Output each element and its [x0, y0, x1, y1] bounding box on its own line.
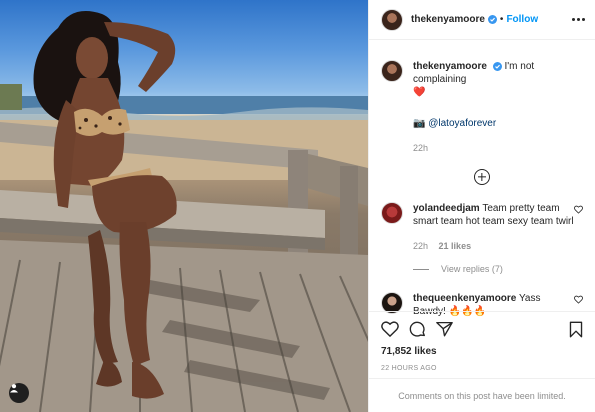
comment-username[interactable]: thequeenkenyamoore: [413, 293, 516, 304]
caption-username[interactable]: thekenyamoore: [413, 61, 487, 72]
header-username[interactable]: thekenyamoore: [411, 14, 485, 25]
caption: thekenyamoore I'm not complaining ❤️ 📷 @…: [381, 60, 583, 155]
replies-divider: [413, 268, 429, 270]
bookmark-icon[interactable]: [569, 321, 583, 338]
comment-heart-icon[interactable]: [574, 295, 583, 304]
verified-badge-icon: [492, 61, 502, 71]
avatar[interactable]: [381, 8, 403, 31]
view-replies-label: View replies (7): [441, 264, 503, 274]
action-bar: [381, 312, 583, 346]
comment-heart-icon[interactable]: [574, 205, 583, 214]
caption-avatar[interactable]: [381, 60, 403, 82]
comment-icon[interactable]: [409, 321, 426, 338]
post-side-panel: thekenyamoore • Follow thekenyamoore I'm…: [368, 0, 595, 412]
comment-username[interactable]: yolandeedjam: [413, 203, 480, 214]
comment-meta: 22h 21 likes: [413, 240, 574, 253]
like-count[interactable]: 71,852 likes: [381, 346, 583, 357]
camera-emoji: 📷: [413, 118, 426, 129]
load-more-comments-icon[interactable]: [474, 169, 490, 185]
caption-credit: 📷 @latoyaforever: [413, 117, 583, 130]
commenter-avatar[interactable]: [381, 202, 403, 224]
follow-button[interactable]: Follow: [506, 14, 538, 25]
header-separator: •: [499, 14, 504, 25]
heart-icon[interactable]: [381, 321, 399, 337]
comment: yolandeedjam Team pretty team smart team…: [381, 202, 583, 253]
comment-time: 22h: [413, 241, 429, 251]
caption-time: 22h: [413, 143, 429, 153]
comment-likes[interactable]: 21 likes: [439, 241, 472, 251]
post-header: thekenyamoore • Follow: [369, 0, 595, 40]
view-replies-button[interactable]: View replies (7): [413, 264, 583, 274]
post-actions: 71,852 likes 22 HOURS AGO: [369, 311, 595, 372]
share-icon[interactable]: [436, 321, 453, 337]
user-tag-icon[interactable]: [9, 383, 29, 403]
mention-link[interactable]: @latoyaforever: [428, 118, 496, 129]
comments-section: thekenyamoore I'm not complaining ❤️ 📷 @…: [369, 40, 595, 318]
comments-limited-notice: Comments on this post have been limited.: [369, 378, 595, 412]
post-photo[interactable]: [0, 0, 368, 412]
verified-badge-icon: [487, 15, 497, 24]
post-timestamp: 22 HOURS AGO: [381, 365, 437, 372]
beach-scene-illustration: [0, 11, 368, 412]
heart-emoji: ❤️: [413, 87, 426, 98]
more-options-icon[interactable]: [572, 18, 585, 21]
